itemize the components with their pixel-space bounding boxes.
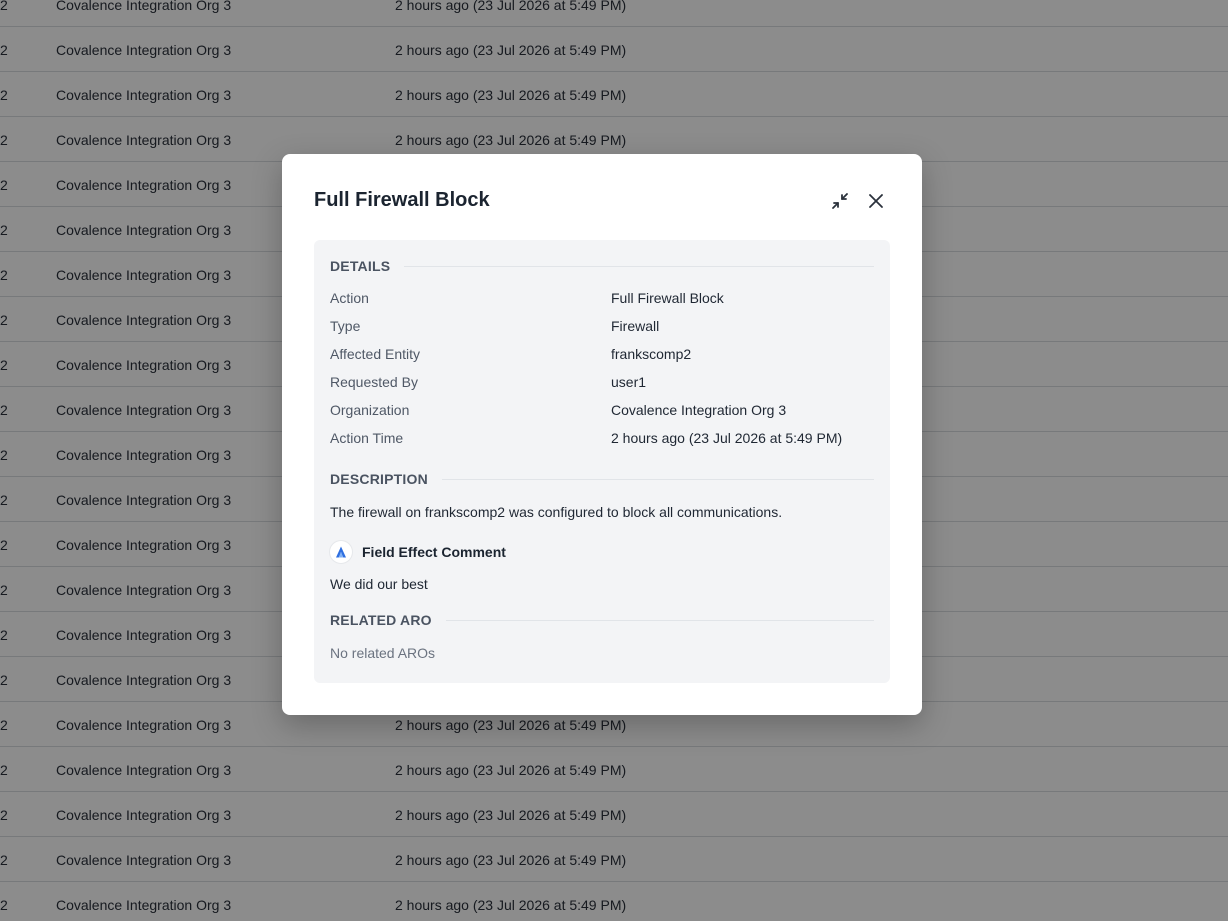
collapse-arrows-icon	[832, 193, 848, 209]
details-panel: DETAILS Action Full Firewall Block Type …	[314, 240, 890, 683]
details-heading: DETAILS	[330, 258, 874, 274]
close-icon	[869, 194, 883, 208]
divider	[441, 478, 874, 480]
detail-row-requested-by: Requested By user1	[330, 374, 647, 390]
detail-row-organization: Organization Covalence Integration Org 3	[330, 402, 787, 418]
divider	[404, 265, 874, 267]
detail-row-affected-entity: Affected Entity frankscomp2	[330, 346, 692, 362]
related-aro-heading: RELATED ARO	[330, 612, 874, 628]
no-related-aros-text: No related AROs	[330, 645, 436, 661]
avatar	[330, 541, 352, 563]
divider	[445, 619, 874, 621]
comment-author: Field Effect Comment	[362, 544, 506, 560]
detail-row-type: Type Firewall	[330, 318, 660, 334]
field-effect-logo-icon	[336, 546, 346, 558]
collapse-button[interactable]	[828, 189, 852, 213]
detail-row-action: Action Full Firewall Block	[330, 290, 724, 306]
detail-row-action-time: Action Time 2 hours ago (23 Jul 2026 at …	[330, 430, 843, 446]
comment-header: Field Effect Comment	[330, 541, 506, 563]
action-detail-modal: Full Firewall Block DETAILS Action Full …	[282, 154, 922, 715]
description-heading: DESCRIPTION	[330, 471, 874, 487]
description-text: The firewall on frankscomp2 was configur…	[330, 504, 783, 520]
close-button[interactable]	[864, 189, 888, 213]
comment-text: We did our best	[330, 576, 428, 592]
modal-title: Full Firewall Block	[314, 189, 490, 211]
